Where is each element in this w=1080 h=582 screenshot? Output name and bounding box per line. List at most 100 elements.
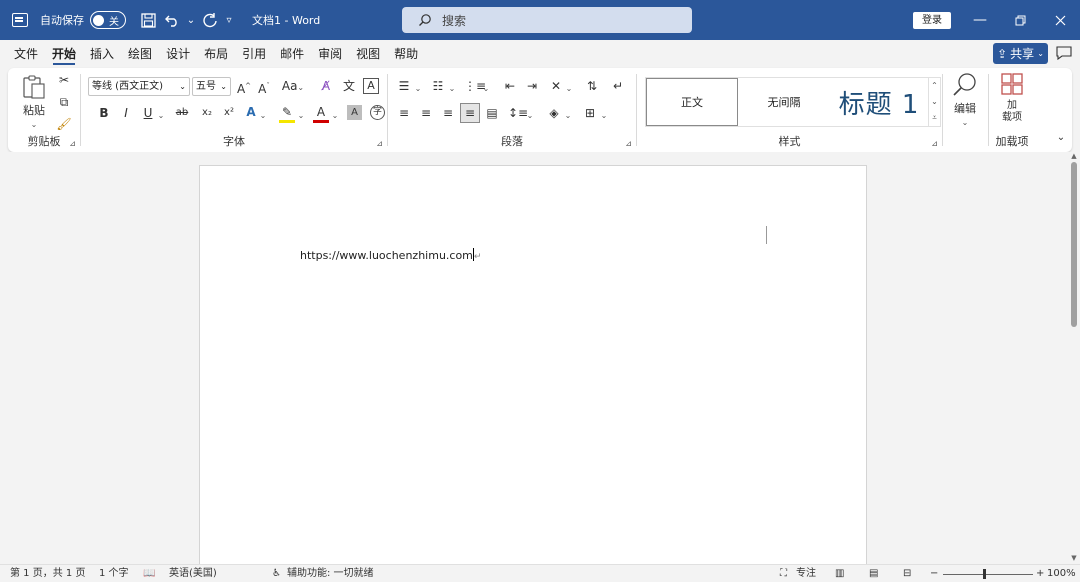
styles-launcher-icon[interactable]: ⊿ bbox=[931, 139, 938, 148]
restore-icon[interactable] bbox=[999, 0, 1041, 40]
tab-mailings[interactable]: 邮件 bbox=[274, 40, 310, 68]
clear-formatting-icon[interactable]: A̸ bbox=[318, 78, 334, 94]
undo-dropdown-icon[interactable]: ⌄ bbox=[184, 0, 198, 40]
collapse-ribbon-icon[interactable]: ⌄ bbox=[1054, 130, 1068, 146]
enclose-characters-icon[interactable]: 字 bbox=[370, 105, 385, 120]
superscript-button[interactable]: x² bbox=[221, 105, 237, 121]
cut-icon[interactable]: ✂ bbox=[56, 72, 72, 88]
read-mode-icon[interactable]: ▥ bbox=[835, 567, 844, 581]
proofing-icon[interactable]: 📖 bbox=[143, 567, 155, 581]
web-layout-icon[interactable]: ⊟ bbox=[903, 567, 911, 581]
highlight-dropdown-icon[interactable]: ⌄ bbox=[297, 108, 305, 124]
tab-insert[interactable]: 插入 bbox=[84, 40, 120, 68]
bullets-icon[interactable]: ☰ bbox=[396, 78, 412, 94]
print-layout-icon[interactable]: ▤ bbox=[869, 567, 878, 581]
multilevel-list-icon[interactable]: ⋮≡ bbox=[464, 78, 486, 94]
focus-mode[interactable]: 专注 bbox=[796, 567, 816, 581]
highlight-icon[interactable]: ✎ bbox=[279, 104, 295, 123]
vertical-scrollbar[interactable]: ▲ ▼ bbox=[1068, 152, 1080, 564]
underline-dropdown-icon[interactable]: ⌄ bbox=[157, 108, 165, 124]
clipboard-launcher-icon[interactable]: ⊿ bbox=[69, 139, 76, 148]
font-size-select[interactable]: 五号 ⌄ bbox=[192, 77, 231, 96]
zoom-slider[interactable] bbox=[943, 574, 1033, 575]
align-left-icon[interactable]: ≡ bbox=[396, 105, 412, 121]
font-color-dropdown-icon[interactable]: ⌄ bbox=[331, 108, 339, 124]
copy-icon[interactable]: ⧉ bbox=[56, 94, 72, 110]
distributed-icon[interactable]: ▤ bbox=[484, 105, 500, 121]
bullets-dropdown-icon[interactable]: ⌄ bbox=[414, 81, 422, 97]
zoom-slider-thumb[interactable] bbox=[983, 569, 986, 579]
change-case-button[interactable]: Aa⌄ bbox=[280, 78, 306, 96]
addins-button[interactable]: 加 载项 bbox=[995, 72, 1029, 124]
comment-icon[interactable] bbox=[1056, 46, 1072, 60]
tab-review[interactable]: 审阅 bbox=[312, 40, 348, 68]
shading-dropdown-icon[interactable]: ⌄ bbox=[564, 108, 572, 124]
document-page[interactable]: https://www.luochenzhimu.com↵ bbox=[199, 165, 867, 582]
line-spacing-dropdown-icon[interactable]: ⌄ bbox=[526, 108, 534, 124]
tab-layout[interactable]: 布局 bbox=[198, 40, 234, 68]
align-right-icon[interactable]: ≡ bbox=[440, 105, 456, 121]
autosave-toggle[interactable]: 关 bbox=[90, 11, 126, 29]
subscript-button[interactable]: x₂ bbox=[199, 105, 215, 121]
tab-references[interactable]: 引用 bbox=[236, 40, 272, 68]
customize-toolbar-icon[interactable]: ▿ bbox=[222, 0, 236, 40]
font-launcher-icon[interactable]: ⊿ bbox=[376, 139, 383, 148]
paragraph-launcher-icon[interactable]: ⊿ bbox=[625, 139, 632, 148]
multilevel-dropdown-icon[interactable]: ⌄ bbox=[482, 81, 490, 97]
align-center-icon[interactable]: ≡ bbox=[418, 105, 434, 121]
line-spacing-icon[interactable]: ↕≡ bbox=[508, 105, 528, 121]
document-body[interactable]: https://www.luochenzhimu.com↵ bbox=[300, 248, 481, 262]
text-effects-dropdown-icon[interactable]: ⌄ bbox=[259, 108, 267, 124]
word-count[interactable]: 1 个字 bbox=[99, 567, 129, 581]
font-name-select[interactable]: 等线 (西文正文) ⌄ bbox=[88, 77, 190, 96]
shrink-font-icon[interactable]: Aˇ bbox=[256, 78, 272, 97]
undo-icon[interactable] bbox=[160, 0, 184, 40]
paste-button[interactable]: 粘贴 ⌄ bbox=[20, 74, 48, 129]
tab-home[interactable]: 开始 bbox=[46, 40, 82, 68]
character-border-icon[interactable]: A bbox=[363, 78, 379, 94]
borders-dropdown-icon[interactable]: ⌄ bbox=[600, 108, 608, 124]
borders-icon[interactable]: ⊞ bbox=[582, 105, 598, 121]
tab-design[interactable]: 设计 bbox=[160, 40, 196, 68]
search-input[interactable]: 搜索 bbox=[402, 7, 692, 33]
font-color-icon[interactable]: A bbox=[313, 104, 329, 123]
word-app-icon[interactable] bbox=[12, 13, 28, 27]
login-button[interactable]: 登录 bbox=[913, 12, 951, 29]
tab-file[interactable]: 文件 bbox=[8, 40, 44, 68]
numbering-dropdown-icon[interactable]: ⌄ bbox=[448, 81, 456, 97]
text-effects-icon[interactable]: A bbox=[243, 104, 259, 120]
increase-indent-icon[interactable]: ⇥ bbox=[524, 78, 540, 94]
tab-view[interactable]: 视图 bbox=[350, 40, 386, 68]
share-button[interactable]: ⇪ 共享 ⌄ bbox=[993, 43, 1048, 64]
character-shading-icon[interactable]: A bbox=[347, 105, 362, 120]
scroll-up-arrow-icon[interactable]: ▲ bbox=[1068, 152, 1080, 162]
minimize-icon[interactable]: — bbox=[959, 0, 1001, 40]
show-marks-icon[interactable]: ↵ bbox=[610, 78, 626, 94]
decrease-indent-icon[interactable]: ⇤ bbox=[502, 78, 518, 94]
tab-help[interactable]: 帮助 bbox=[388, 40, 424, 68]
language[interactable]: 英语(美国) bbox=[169, 567, 217, 581]
editing-button[interactable]: 编辑 ⌄ bbox=[947, 72, 983, 131]
strikethrough-button[interactable]: ab bbox=[173, 105, 191, 121]
shading-icon[interactable]: ◈ bbox=[546, 105, 562, 121]
redo-icon[interactable] bbox=[198, 0, 222, 40]
save-icon[interactable] bbox=[136, 0, 160, 40]
accessibility-status[interactable]: 辅助功能: 一切就绪 bbox=[287, 567, 374, 581]
chinese-layout-icon[interactable]: ✕ bbox=[548, 78, 564, 94]
scrollbar-thumb[interactable] bbox=[1071, 162, 1077, 327]
chinese-layout-dropdown-icon[interactable]: ⌄ bbox=[565, 81, 573, 97]
grow-font-icon[interactable]: A^ bbox=[236, 78, 252, 97]
tab-draw[interactable]: 绘图 bbox=[122, 40, 158, 68]
italic-button[interactable]: I bbox=[119, 105, 133, 121]
zoom-out-icon[interactable]: − bbox=[930, 567, 938, 581]
numbering-icon[interactable]: ☷ bbox=[430, 78, 446, 94]
zoom-level[interactable]: 100% bbox=[1047, 567, 1076, 581]
scroll-down-arrow-icon[interactable]: ▼ bbox=[1068, 554, 1080, 564]
page-count[interactable]: 第 1 页，共 1 页 bbox=[10, 567, 85, 581]
format-painter-icon[interactable]: 🖌 bbox=[56, 116, 72, 132]
close-icon[interactable] bbox=[1039, 0, 1080, 40]
underline-button[interactable]: U bbox=[141, 105, 155, 121]
zoom-in-icon[interactable]: + bbox=[1036, 567, 1044, 581]
bold-button[interactable]: B bbox=[97, 105, 111, 121]
phonetic-guide-icon[interactable]: 文 bbox=[341, 78, 357, 94]
